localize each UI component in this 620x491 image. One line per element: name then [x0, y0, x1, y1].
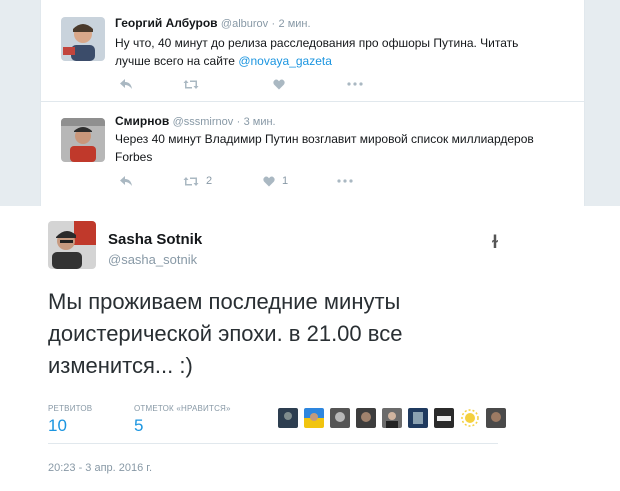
likes-stat[interactable]: ОТМЕТОК «НРАВИТСЯ» 5: [134, 404, 231, 436]
separator: ·: [271, 18, 276, 30]
like-button[interactable]: 1: [263, 175, 337, 187]
retweet-icon: [183, 79, 199, 89]
like-button[interactable]: [273, 79, 347, 90]
user-name[interactable]: Sasha Sotnik: [108, 231, 202, 248]
separator: ·: [236, 116, 241, 128]
liker-avatar[interactable]: [460, 408, 480, 428]
liker-avatar[interactable]: [278, 408, 298, 428]
more-button[interactable]: [337, 179, 353, 183]
liker-avatar[interactable]: [434, 408, 454, 428]
user-name[interactable]: Смирнов: [115, 114, 169, 128]
reply-button[interactable]: [119, 78, 183, 90]
reply-icon: [120, 176, 132, 186]
user-handle[interactable]: @alburov: [221, 18, 268, 30]
more-icon: [337, 179, 353, 183]
tweet-text-body: Через 40 минут Владимир Путин возглавит …: [115, 132, 534, 164]
more-button[interactable]: [347, 82, 363, 86]
tweet-actions: 2 1: [119, 173, 353, 189]
liker-avatar[interactable]: [486, 408, 506, 428]
expanded-tweet: Sasha Sotnik @sasha_sotnik ɫ Мы проживае…: [0, 206, 620, 491]
tweet-text: Мы проживаем последние минуты доистериче…: [48, 289, 403, 378]
liker-avatar[interactable]: [408, 408, 428, 428]
follow-icon[interactable]: ɫ: [492, 232, 498, 253]
retweet-count: 2: [206, 175, 213, 187]
likes-label: ОТМЕТОК «НРАВИТСЯ»: [134, 404, 231, 413]
retweet-icon: [183, 176, 199, 186]
mention-link[interactable]: @novaya_gazeta: [238, 54, 332, 68]
liker-avatar[interactable]: [382, 408, 402, 428]
tweet-stats: РЕТВИТОВ 10 ОТМЕТОК «НРАВИТСЯ» 5: [48, 404, 506, 444]
retweet-button[interactable]: [183, 79, 273, 90]
tweet-time[interactable]: 2 мин.: [279, 18, 311, 30]
tweet-timestamp[interactable]: 20:23 - 3 апр. 2016 г.: [48, 462, 152, 474]
like-icon: [273, 79, 285, 89]
tweet[interactable]: Георгий Албуров @alburov · 2 мин. Ну что…: [41, 0, 584, 102]
liker-avatars: [278, 408, 512, 428]
retweets-label: РЕТВИТОВ: [48, 404, 93, 413]
tweet-text: Через 40 минут Владимир Путин возглавит …: [115, 130, 535, 166]
likes-count: 5: [134, 416, 144, 435]
more-icon: [347, 82, 363, 86]
tweet-header: Смирнов @sssmirnov · 3 мин.: [115, 114, 276, 128]
avatar[interactable]: [61, 118, 105, 162]
retweets-stat[interactable]: РЕТВИТОВ 10: [48, 404, 92, 436]
reply-icon: [120, 79, 132, 89]
tweet-header: Георгий Албуров @alburov · 2 мин.: [115, 16, 311, 30]
like-icon: [263, 176, 275, 186]
avatar[interactable]: [61, 17, 105, 61]
tweet-actions: [119, 76, 363, 92]
tweet[interactable]: Смирнов @sssmirnov · 3 мин. Через 40 мин…: [41, 103, 584, 206]
user-handle[interactable]: @sasha_sotnik: [108, 252, 197, 267]
tweet-time[interactable]: 3 мин.: [244, 116, 276, 128]
avatar[interactable]: [48, 221, 96, 269]
user-name[interactable]: Георгий Албуров: [115, 16, 218, 30]
reply-button[interactable]: [119, 175, 183, 187]
retweet-button[interactable]: 2: [183, 175, 263, 187]
liker-avatar[interactable]: [330, 408, 350, 428]
liker-avatar[interactable]: [304, 408, 324, 428]
liker-avatar[interactable]: [356, 408, 376, 428]
timeline: Георгий Албуров @alburov · 2 мин. Ну что…: [40, 0, 585, 206]
like-count: 1: [282, 175, 289, 187]
user-handle[interactable]: @sssmirnov: [173, 116, 234, 128]
retweets-count: 10: [48, 416, 67, 435]
tweet-text: Ну что, 40 минут до релиза расследования…: [115, 34, 535, 70]
